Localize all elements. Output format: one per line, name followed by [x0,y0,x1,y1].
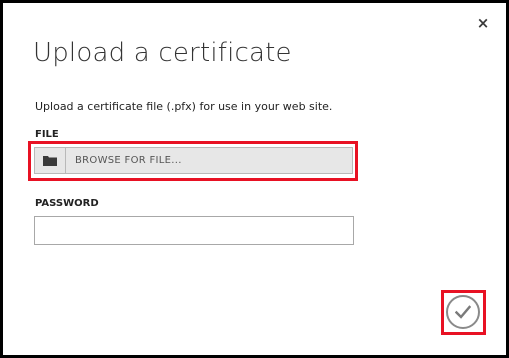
dialog-title: Upload a certificate [33,38,292,68]
close-button[interactable]: × [475,15,491,31]
file-label: FILE [35,129,59,140]
confirm-button[interactable] [446,295,480,329]
folder-icon[interactable] [35,148,66,173]
password-label: PASSWORD [35,198,99,209]
dialog-description: Upload a certificate file (.pfx) for use… [35,100,333,113]
browse-file-field[interactable]: BROWSE FOR FILE... [34,147,353,174]
close-icon[interactable]: × [477,14,490,32]
password-field[interactable] [34,216,354,245]
checkmark-icon [455,305,471,319]
browse-file-text[interactable]: BROWSE FOR FILE... [75,155,182,166]
